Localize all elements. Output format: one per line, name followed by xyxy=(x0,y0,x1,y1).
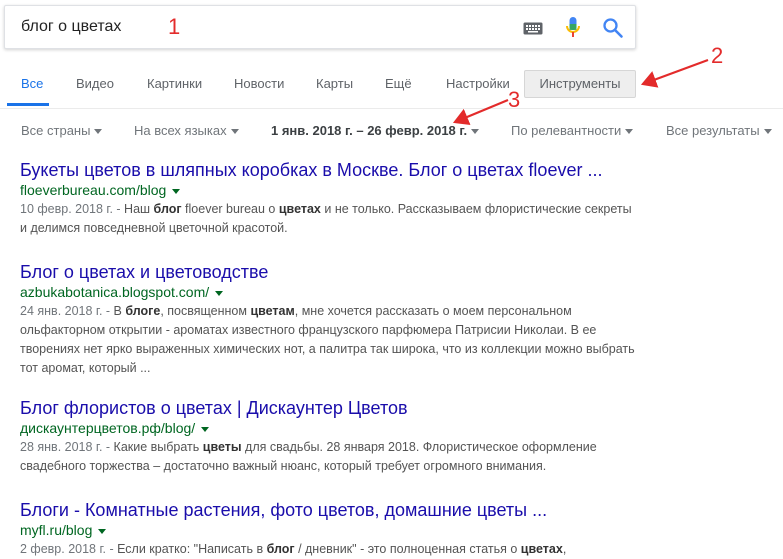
microphone-icon[interactable] xyxy=(566,17,580,44)
result-url-text: дискаунтерцветов.рф/blog/ xyxy=(20,420,196,436)
filter-country[interactable]: Все страны xyxy=(21,123,103,138)
result-title-link[interactable]: Блог о цветах и цветоводстве xyxy=(20,261,640,283)
result-url-text: azbukabotanica.blogspot.com/ xyxy=(20,284,210,300)
annotation-number-1: 1 xyxy=(168,14,181,39)
result-url[interactable]: floeverbureau.com/blog xyxy=(20,181,640,199)
chevron-down-icon xyxy=(625,129,634,135)
search-result: Блоги - Комнатные растения, фото цветов,… xyxy=(20,499,640,559)
search-result: Блог флористов о цветах | Дискаунтер Цве… xyxy=(20,397,640,476)
tab-bar: Все Видео Картинки Новости Карты Ещё Нас… xyxy=(0,58,783,109)
filter-date-label: 1 янв. 2018 г. – 26 февр. 2018 г. xyxy=(271,123,468,138)
result-snippet: 10 февр. 2018 г. - Наш блог floever bure… xyxy=(20,200,640,238)
filter-sort[interactable]: По релевантности xyxy=(511,123,634,138)
result-title-link[interactable]: Блог флористов о цветах | Дискаунтер Цве… xyxy=(20,397,640,419)
result-date: 28 янв. 2018 г. - xyxy=(20,440,114,454)
dropdown-arrow-icon[interactable] xyxy=(98,528,107,534)
keyboard-icon[interactable] xyxy=(523,22,543,40)
result-title-link[interactable]: Блоги - Комнатные растения, фото цветов,… xyxy=(20,499,640,521)
tab-video[interactable]: Видео xyxy=(76,76,114,91)
result-snippet: 28 янв. 2018 г. - Какие выбрать цветы дл… xyxy=(20,438,640,476)
result-date: 24 янв. 2018 г. - xyxy=(20,304,114,318)
result-url-text: myfl.ru/blog xyxy=(20,522,93,538)
result-url[interactable]: myfl.ru/blog xyxy=(20,521,640,539)
dropdown-arrow-icon[interactable] xyxy=(172,188,181,194)
filter-language-label: На всех языках xyxy=(134,123,227,138)
search-input[interactable]: блог о цветах xyxy=(21,18,121,36)
tab-maps[interactable]: Карты xyxy=(316,76,353,91)
result-date: 2 февр. 2018 г. - xyxy=(20,542,118,556)
tab-more[interactable]: Ещё xyxy=(385,76,412,91)
filter-language[interactable]: На всех языках xyxy=(134,123,239,138)
filter-results-label: Все результаты xyxy=(666,123,760,138)
result-snippet: 2 февр. 2018 г. - Если кратко: "Написать… xyxy=(20,540,640,559)
result-snippet-text: Если кратко: "Написать в блог / дневник"… xyxy=(117,542,567,556)
tab-images[interactable]: Картинки xyxy=(147,76,202,91)
tab-settings[interactable]: Настройки xyxy=(446,76,510,91)
filter-country-label: Все страны xyxy=(21,123,91,138)
result-date: 10 февр. 2018 г. - xyxy=(20,202,125,216)
filter-date-range[interactable]: 1 янв. 2018 г. – 26 февр. 2018 г. xyxy=(271,123,480,138)
annotation-number-2: 2 xyxy=(711,43,724,68)
search-icon[interactable] xyxy=(602,17,624,44)
result-url[interactable]: дискаунтерцветов.рф/blog/ xyxy=(20,419,640,437)
filter-sort-label: По релевантности xyxy=(511,123,622,138)
active-tab-indicator xyxy=(7,103,49,106)
annotation-number-3: 3 xyxy=(508,87,521,112)
dropdown-arrow-icon[interactable] xyxy=(201,426,210,432)
chevron-down-icon xyxy=(94,129,103,135)
chevron-down-icon xyxy=(763,129,772,135)
tab-news[interactable]: Новости xyxy=(234,76,284,91)
tab-all[interactable]: Все xyxy=(21,76,43,91)
filter-results[interactable]: Все результаты xyxy=(666,123,772,138)
dropdown-arrow-icon[interactable] xyxy=(215,290,224,296)
chevron-down-icon xyxy=(471,129,480,135)
tools-button[interactable]: Инструменты xyxy=(524,70,636,98)
chevron-down-icon xyxy=(230,129,239,135)
result-title-link[interactable]: Букеты цветов в шляпных коробках в Москв… xyxy=(20,159,640,181)
result-url-text: floeverbureau.com/blog xyxy=(20,182,167,198)
search-result: Блог о цветах и цветоводстве azbukabotan… xyxy=(20,261,640,378)
search-result: Букеты цветов в шляпных коробках в Москв… xyxy=(20,159,640,238)
result-snippet: 24 янв. 2018 г. - В блоге, посвященном ц… xyxy=(20,302,640,378)
result-url[interactable]: azbukabotanica.blogspot.com/ xyxy=(20,283,640,301)
tools-filter-bar: Все страны На всех языках 1 янв. 2018 г.… xyxy=(0,112,783,148)
search-box[interactable]: блог о цветах xyxy=(4,5,636,49)
